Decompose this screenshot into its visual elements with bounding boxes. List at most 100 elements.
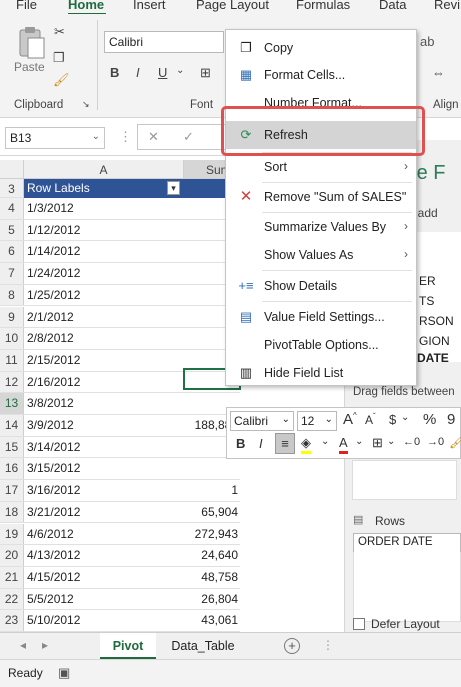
mini-format-painter-icon[interactable]: 🖌 <box>449 434 461 450</box>
row-number[interactable]: 9 <box>0 306 24 328</box>
paste-icon[interactable] <box>16 26 46 62</box>
sum-value-cell[interactable]: 65,904 <box>160 505 240 519</box>
decrease-decimal-icon[interactable]: →0 <box>427 436 444 448</box>
rows-field-chip[interactable]: ORDER DATE <box>353 533 461 553</box>
increase-decimal-icon[interactable]: ←0 <box>403 436 420 448</box>
row-label-cell[interactable]: 4/15/2012 <box>27 570 80 584</box>
cut-icon[interactable]: ✂ <box>54 24 65 40</box>
row-label-cell[interactable]: 3/15/2012 <box>27 461 80 475</box>
field-item[interactable]: DATE <box>417 351 449 365</box>
row-number[interactable]: 13 <box>0 393 24 414</box>
row-label-cell[interactable]: 4/13/2012 <box>27 548 80 562</box>
grow-font-icon[interactable]: A^ <box>343 411 357 428</box>
row-number[interactable]: 20 <box>0 545 24 566</box>
row-number[interactable]: 16 <box>0 458 24 480</box>
menu-item-hide-field-list[interactable]: ▥ Hide Field List <box>226 360 416 386</box>
borders-dropdown-icon[interactable]: ⌄ <box>387 436 395 447</box>
row-label-cell[interactable]: 3/16/2012 <box>27 483 80 497</box>
comma-style-button[interactable]: 9 <box>447 411 455 428</box>
filter-dropdown-icon[interactable]: ▾ <box>167 181 180 195</box>
row-number[interactable]: 5 <box>0 219 24 241</box>
bold-button[interactable]: B <box>110 65 119 80</box>
clipboard-launcher-icon[interactable]: ↘ <box>82 99 90 110</box>
font-color-dropdown-icon[interactable]: ⌄ <box>355 436 363 447</box>
row-label-cell[interactable]: 1/12/2012 <box>27 223 80 237</box>
row-label-cell[interactable]: 3/14/2012 <box>27 440 80 454</box>
values-area[interactable] <box>352 460 457 500</box>
row-label-cell[interactable]: 1/3/2012 <box>27 201 74 215</box>
tab-file[interactable]: File <box>16 0 37 12</box>
menu-item-format-cells[interactable]: ▦ Format Cells... <box>226 62 416 88</box>
center-align-button[interactable]: ≡ <box>275 433 295 454</box>
rows-area[interactable] <box>353 552 461 622</box>
row-label-cell[interactable]: 5/5/2012 <box>27 592 74 606</box>
next-sheet-icon[interactable]: ▸ <box>42 638 48 652</box>
row-number[interactable]: 22 <box>0 588 24 610</box>
tab-insert[interactable]: Insert <box>133 0 166 12</box>
mini-italic-button[interactable]: I <box>259 436 263 451</box>
row-number[interactable]: 6 <box>0 241 24 263</box>
sheet-tab-pivot[interactable]: Pivot <box>100 633 156 659</box>
italic-button[interactable]: I <box>136 65 140 80</box>
macro-record-icon[interactable]: ▣ <box>58 665 70 681</box>
row-number[interactable]: 19 <box>0 523 24 545</box>
row-label-cell[interactable]: 1/24/2012 <box>27 266 80 280</box>
row-label-cell[interactable]: 4/6/2012 <box>27 527 74 541</box>
field-item[interactable]: TS <box>419 294 434 308</box>
select-all-corner[interactable] <box>0 160 24 179</box>
tabs-scroll-divider[interactable]: ⋮ <box>322 638 334 652</box>
row-label-cell[interactable]: 2/16/2012 <box>27 375 80 389</box>
currency-dropdown-icon[interactable]: ⌄ <box>401 412 409 423</box>
percent-button[interactable]: % <box>423 411 436 428</box>
copy-icon[interactable]: ❐ <box>53 50 65 66</box>
fill-color-dropdown-icon[interactable]: ⌄ <box>321 436 329 447</box>
row-label-cell[interactable]: 3/21/2012 <box>27 505 80 519</box>
field-item[interactable]: ER <box>419 274 436 288</box>
currency-button[interactable]: $ <box>389 412 396 427</box>
tab-formulas[interactable]: Formulas <box>296 0 350 12</box>
font-name-select[interactable]: Calibri <box>104 31 224 53</box>
font-color-icon[interactable]: A <box>339 435 348 454</box>
row-label-cell[interactable]: 2/8/2012 <box>27 331 74 345</box>
row-number[interactable]: 3 <box>0 179 24 197</box>
borders-icon[interactable]: ⊞ <box>200 65 211 81</box>
field-item[interactable]: GION <box>419 334 450 348</box>
column-header-a[interactable]: A <box>24 160 184 179</box>
row-number[interactable]: 10 <box>0 328 24 349</box>
menu-item-show-details[interactable]: +≡ Show Details <box>226 273 416 299</box>
paste-label[interactable]: Paste <box>14 60 45 74</box>
menu-item-sort[interactable]: Sort › <box>226 154 416 180</box>
tab-review[interactable]: Revi <box>434 0 460 12</box>
sum-value-cell[interactable]: 43,061 <box>160 613 240 627</box>
row-number[interactable]: 12 <box>0 371 24 393</box>
row-label-cell[interactable]: 5/10/2012 <box>27 613 80 627</box>
sum-value-cell[interactable]: 1 <box>160 483 240 497</box>
tab-data[interactable]: Data <box>379 0 406 12</box>
menu-item-summarize-values[interactable]: Summarize Values By › <box>226 214 416 240</box>
merge-center-icon[interactable]: ⇔ <box>432 65 445 80</box>
row-number[interactable]: 21 <box>0 566 24 588</box>
row-number[interactable]: 15 <box>0 436 24 458</box>
orientation-icon[interactable]: ab <box>420 34 434 49</box>
field-item[interactable]: RSON <box>419 314 454 328</box>
mini-borders-icon[interactable]: ⊞ <box>372 435 383 451</box>
row-label-cell[interactable]: 3/8/2012 <box>27 396 74 410</box>
menu-item-show-values-as[interactable]: Show Values As › <box>226 242 416 268</box>
underline-button[interactable]: U <box>158 65 167 80</box>
cancel-icon[interactable]: ✕ <box>148 129 159 145</box>
mini-font-select[interactable]: Calibri ⌄ <box>230 411 294 431</box>
row-number[interactable]: 17 <box>0 480 24 501</box>
menu-item-copy[interactable]: ❐ Copy <box>226 35 416 61</box>
fill-color-icon[interactable]: ◈ <box>301 435 311 454</box>
mini-size-select[interactable]: 12 ⌄ <box>297 411 337 431</box>
row-label-cell[interactable]: 2/15/2012 <box>27 353 80 367</box>
sum-value-cell[interactable]: 24,640 <box>160 548 240 562</box>
format-painter-icon[interactable]: 🖌 <box>53 72 70 88</box>
underline-dropdown-icon[interactable]: ⌄ <box>176 65 184 76</box>
sum-value-cell[interactable]: 48,758 <box>160 570 240 584</box>
sum-value-cell[interactable]: 272,943 <box>160 527 240 541</box>
row-label-cell[interactable]: 2/1/2012 <box>27 310 74 324</box>
row-number[interactable]: 23 <box>0 610 24 631</box>
row-number[interactable]: 18 <box>0 501 24 523</box>
defer-layout-checkbox[interactable] <box>353 618 365 630</box>
